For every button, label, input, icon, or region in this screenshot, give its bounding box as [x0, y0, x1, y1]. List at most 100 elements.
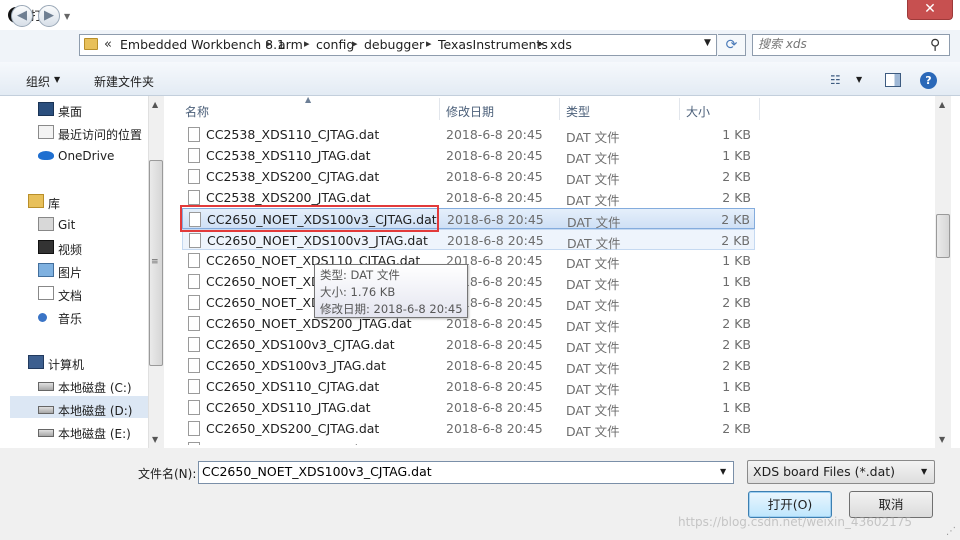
sidebar-item-label: 本地磁盘 (E:): [58, 427, 131, 441]
file-type: DAT 文件: [566, 424, 620, 439]
column-divider[interactable]: [559, 98, 560, 120]
cancel-button[interactable]: 取消: [849, 491, 933, 518]
file-icon: [188, 148, 200, 163]
recent-locations-dropdown-icon[interactable]: ▼: [64, 12, 70, 21]
file-row[interactable]: CC2650_XDS200_JTAG.dat 2018-6-8 20:45 DAT …: [182, 439, 755, 445]
file-type: DAT 文件: [566, 403, 620, 418]
file-size: 1 KB: [722, 379, 751, 394]
sidebar-item-label: 文档: [58, 289, 83, 303]
recent-places-icon: [38, 125, 54, 139]
chevron-down-icon[interactable]: ▼: [921, 467, 927, 476]
filetype-value: XDS board Files (*.dat): [753, 464, 896, 479]
file-date: 2018-6-8 20:45: [446, 421, 543, 436]
breadcrumb-separator-icon[interactable]: ▸: [304, 37, 310, 50]
file-size: 2 KB: [722, 190, 751, 205]
computer-icon: [28, 355, 44, 369]
breadcrumb-separator-icon[interactable]: ▸: [352, 37, 358, 50]
sort-ascending-icon: ▲: [305, 95, 312, 104]
file-list-scrollbar[interactable]: [935, 96, 951, 448]
file-icon: [188, 379, 200, 394]
file-row[interactable]: CC2538_XDS110_CJTAG.dat 2018-6-8 20:45 DAT…: [182, 124, 755, 145]
new-folder-button[interactable]: 新建文件夹: [94, 73, 154, 90]
file-row[interactable]: CC2650_NOET_XDS100v3_JTAG.dat 2018-6-8 20…: [182, 229, 755, 251]
file-date: 2018-6-8 20:45: [446, 442, 543, 445]
drive-icon: [38, 429, 54, 437]
file-row[interactable]: CC2650_XDS100v3_CJTAG.dat 2018-6-8 20:45 D…: [182, 334, 755, 355]
breadcrumb-separator-icon[interactable]: ▸: [426, 37, 432, 50]
file-row[interactable]: CC2650_XDS110_JTAG.dat 2018-6-8 20:45 DAT …: [182, 397, 755, 418]
file-row[interactable]: CC2650_NOET_XDS200_CJTAG.dat2018-6-8 20:…: [182, 292, 755, 313]
sidebar-item-label: 本地磁盘 (D:): [58, 404, 133, 418]
breadcrumb-item[interactable]: debugger: [364, 37, 424, 52]
scroll-up-arrow-icon[interactable]: ▲: [152, 100, 158, 109]
file-row[interactable]: CC2650_NOET_XDS200_JTAG.dat 2018-6-8 20:4…: [182, 313, 755, 334]
column-header-size[interactable]: 大小: [686, 103, 710, 120]
file-size: 2 KB: [722, 442, 751, 445]
tooltip-type: 类型: DAT 文件: [320, 268, 400, 282]
file-type: DAT 文件: [566, 277, 620, 292]
search-icon[interactable]: ⚲: [930, 37, 940, 53]
open-button[interactable]: 打开(O): [748, 491, 832, 518]
breadcrumb-item[interactable]: xds: [550, 37, 572, 52]
back-button[interactable]: ◀: [11, 5, 33, 27]
chevron-down-icon[interactable]: ▼: [54, 75, 60, 84]
breadcrumb-separator-icon[interactable]: ▸: [266, 37, 272, 50]
file-size: 2 KB: [722, 337, 751, 352]
file-icon: [188, 274, 200, 289]
file-type: DAT 文件: [566, 319, 620, 334]
breadcrumb-item[interactable]: config: [316, 37, 354, 52]
file-date: 2018-6-8 20:45: [446, 358, 543, 373]
file-row[interactable]: CC2650_NOET_XDS110_JTAG.dat 2018-6-8 20:4…: [182, 271, 755, 292]
file-row[interactable]: CC2650_NOET_XDS110_CJTAG.dat 2018-6-8 20:…: [182, 250, 755, 271]
watermark: https://blog.csdn.net/weixin_43602175: [678, 515, 913, 529]
file-name: CC2650_XDS200_JTAG.dat: [206, 442, 371, 445]
file-name: CC2538_XDS110_CJTAG.dat: [206, 127, 380, 142]
breadcrumb-item[interactable]: Embedded Workbench 8.1: [120, 37, 285, 52]
filename-input[interactable]: [202, 464, 702, 479]
file-type: DAT 文件: [566, 340, 620, 355]
file-row[interactable]: CC2650_XDS110_CJTAG.dat 2018-6-8 20:45 DAT…: [182, 376, 755, 397]
sidebar-item-label: OneDrive: [58, 149, 115, 163]
column-divider[interactable]: [759, 98, 760, 120]
sidebar-item-label: 桌面: [58, 105, 83, 119]
scroll-down-arrow-icon[interactable]: ▼: [152, 435, 158, 444]
resize-grip-icon[interactable]: ⋰: [946, 526, 956, 537]
file-list-scroll-thumb[interactable]: [936, 214, 950, 258]
file-row[interactable]: CC2538_XDS200_CJTAG.dat 2018-6-8 20:45 DAT…: [182, 166, 755, 187]
music-icon: [38, 313, 47, 322]
organize-button[interactable]: 组织: [26, 73, 50, 90]
help-icon[interactable]: ?: [920, 72, 937, 89]
library-icon: [28, 194, 44, 208]
breadcrumb-overflow[interactable]: «: [104, 37, 112, 52]
search-input[interactable]: [758, 37, 928, 51]
breadcrumb-separator-icon[interactable]: ▸: [538, 37, 544, 50]
file-date: 2018-6-8 20:45: [446, 148, 543, 163]
file-size: 2 KB: [721, 212, 750, 227]
file-row[interactable]: CC2650_XDS100v3_JTAG.dat 2018-6-8 20:45 DA…: [182, 355, 755, 376]
column-header-date[interactable]: 修改日期: [446, 103, 494, 120]
sidebar-item-label: 最近访问的位置: [58, 128, 143, 142]
file-name: CC2650_XDS110_CJTAG.dat: [206, 379, 380, 394]
scroll-up-arrow-icon[interactable]: ▲: [939, 100, 945, 109]
sidebar-item-label: 音乐: [58, 312, 83, 326]
chevron-down-icon[interactable]: ▼: [720, 467, 726, 476]
file-row[interactable]: CC2538_XDS110_JTAG.dat 2018-6-8 20:45 DAT …: [182, 145, 755, 166]
column-header-name[interactable]: 名称: [185, 103, 209, 120]
sidebar-item-label: 库: [48, 197, 61, 211]
column-divider[interactable]: [679, 98, 680, 120]
file-icon: [188, 421, 200, 436]
scroll-down-arrow-icon[interactable]: ▼: [939, 435, 945, 444]
preview-pane-icon[interactable]: [885, 73, 901, 87]
scroll-grip-icon: ≡: [151, 257, 159, 267]
column-header-type[interactable]: 类型: [566, 103, 590, 120]
view-options-icon[interactable]: ☷: [830, 73, 841, 87]
refresh-button[interactable]: ⟳: [718, 34, 746, 56]
file-row[interactable]: CC2650_XDS200_CJTAG.dat 2018-6-8 20:45 DAT…: [182, 418, 755, 439]
forward-button[interactable]: ▶: [38, 5, 60, 27]
breadcrumb-item[interactable]: arm: [278, 37, 303, 52]
column-divider[interactable]: [439, 98, 440, 120]
address-dropdown-icon[interactable]: ▼: [704, 38, 711, 48]
close-button[interactable]: ✕: [907, 0, 953, 20]
chevron-down-icon[interactable]: ▼: [856, 75, 862, 84]
breadcrumb-item[interactable]: TexasInstruments: [438, 37, 548, 52]
